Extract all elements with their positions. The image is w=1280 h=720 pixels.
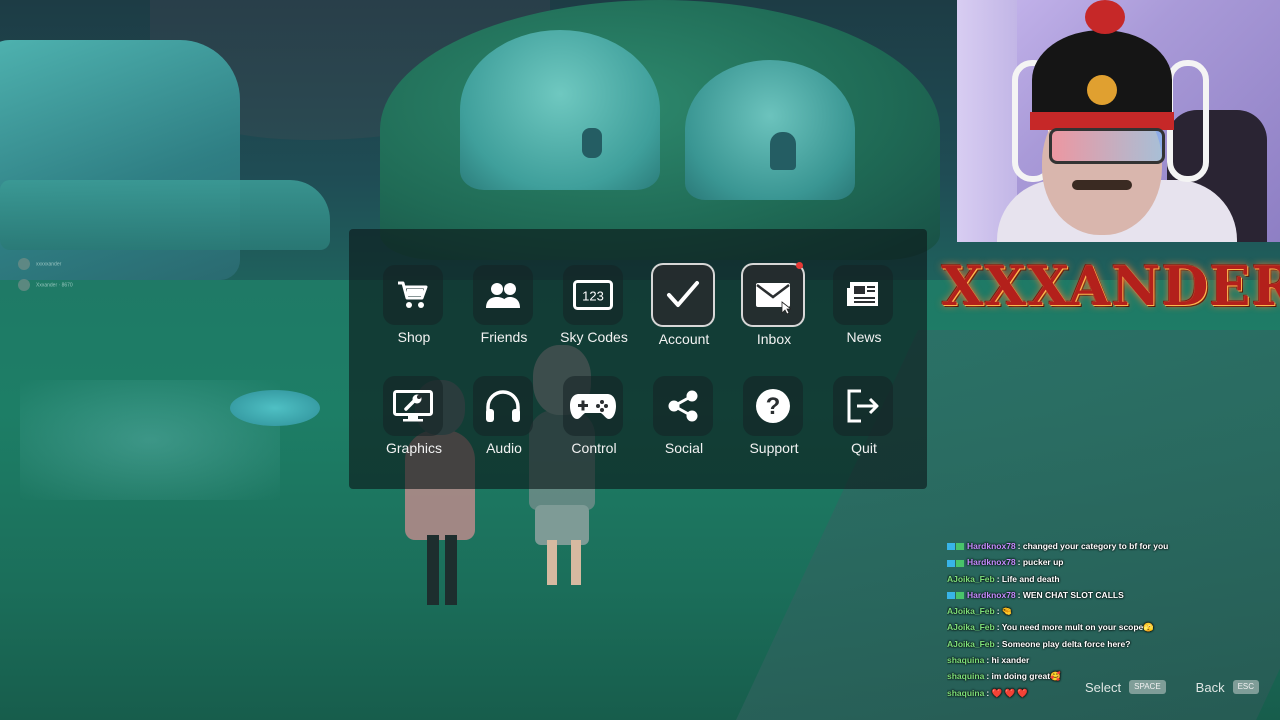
checkmark-icon [651,263,715,327]
chat-username[interactable]: Hardknox78 [967,590,1016,600]
chat-username[interactable]: shaquina [947,671,984,681]
moderator-badge-icon [947,543,955,551]
streamer-webcam [957,0,1280,242]
menu-item-audio[interactable]: Audio [459,376,549,466]
menu-item-quit[interactable]: Quit [819,376,909,466]
player-nametag: xxxxxander [18,258,61,270]
chat-username[interactable]: AJoika_Feb [947,639,995,649]
chat-message-text: : im doing great🥰 [986,671,1061,682]
moderator-badge-icon [947,592,955,600]
player-nametag: Xxxander · 8670 [18,279,73,291]
back-hint-label: Back [1195,679,1225,695]
share-icon [653,376,713,436]
chat-username[interactable]: shaquina [947,655,984,665]
player-avatar-icon [18,258,30,270]
glasses [1049,128,1165,164]
chat-message: AJoika_Feb: Life and death [947,571,1277,587]
esc-key-badge: ESC [1232,680,1260,694]
subscriber-badge-icon [956,559,964,567]
chat-username[interactable]: Hardknox78 [967,541,1016,551]
menu-item-inbox[interactable]: Inbox [729,262,819,355]
menu-item-support[interactable]: ? Support [729,376,819,466]
sky-codes-icon: 123 [563,265,623,325]
chat-message-text: : hi xander [986,655,1030,666]
stream-chat: Hardknox78: changed your category to bf … [947,538,1277,701]
headphones-icon [473,376,533,436]
menu-item-shop[interactable]: Shop [369,265,459,355]
svg-text:?: ? [766,393,781,420]
chat-message-text: : Life and death [996,573,1060,584]
question-icon: ? [743,376,803,436]
chat-username[interactable]: AJoika_Feb [947,606,995,616]
chat-message: Hardknox78: WEN CHAT SLOT CALLS [947,587,1277,603]
envelope-icon [741,263,805,327]
cart-icon [383,265,443,325]
select-hint-label: Select [1085,679,1122,695]
chat-username[interactable]: shaquina [947,688,984,698]
chat-message: shaquina: hi xander [947,652,1277,668]
notification-dot [796,262,803,269]
stone-ledge [0,180,330,250]
menu-item-account[interactable]: Account [639,263,729,355]
chat-username[interactable]: Hardknox78 [967,557,1016,567]
svg-text:123: 123 [582,289,604,304]
menu-item-sky-codes[interactable]: 123 Sky Codes [549,265,639,355]
friends-icon [473,265,533,325]
chat-message: AJoika_Feb: Someone play delta force her… [947,636,1277,652]
chat-message-text: : pucker up [1017,557,1064,568]
monitor-wrench-icon [383,376,443,436]
gamepad-icon [563,376,623,436]
mouse-cursor-icon [781,301,791,315]
menu-item-social[interactable]: Social [639,376,729,466]
stone-dome-house [685,60,855,200]
chat-message-text: : Someone play delta force here? [996,638,1131,649]
menu-item-news[interactable]: News [819,265,909,355]
chat-username[interactable]: AJoika_Feb [947,574,995,584]
chat-message-text: : 🤏 [996,606,1013,617]
space-key-badge: SPACE [1129,680,1166,694]
chat-message-text: : changed your category to bf for you [1017,541,1169,551]
menu-item-graphics[interactable]: Graphics [369,376,459,466]
chat-message-text: : WEN CHAT SLOT CALLS [1017,589,1124,600]
chat-message: AJoika_Feb: You need more mult on your s… [947,619,1277,635]
chat-message-text: : You need more mult on your scope🫣 [996,622,1154,633]
settings-menu: Shop Friends 123 Sky Codes Account Inbox [349,229,927,489]
stone-dome-house [460,30,660,190]
subscriber-badge-icon [956,543,964,551]
streamer-logo: XXXANDER [941,254,1280,318]
moderator-badge-icon [947,559,955,567]
menu-item-control[interactable]: Control [549,376,639,466]
chat-message: Hardknox78: pucker up [947,554,1277,570]
exit-icon [833,376,893,436]
chat-message-text: : ❤️ ❤️ ❤️ [986,687,1028,698]
hat-logo-icon [1087,75,1117,105]
dome-window [770,132,796,170]
menu-item-friends[interactable]: Friends [459,265,549,355]
chat-message: Hardknox78: changed your category to bf … [947,538,1277,554]
dome-window [582,128,602,158]
subscriber-badge-icon [956,592,964,600]
control-hints: Select SPACE Back ESC [1085,678,1260,696]
newspaper-icon [833,265,893,325]
chat-message: AJoika_Feb: 🤏 [947,603,1277,619]
chat-username[interactable]: AJoika_Feb [947,622,995,632]
water-puddle [230,390,320,426]
player-avatar-icon [18,279,30,291]
